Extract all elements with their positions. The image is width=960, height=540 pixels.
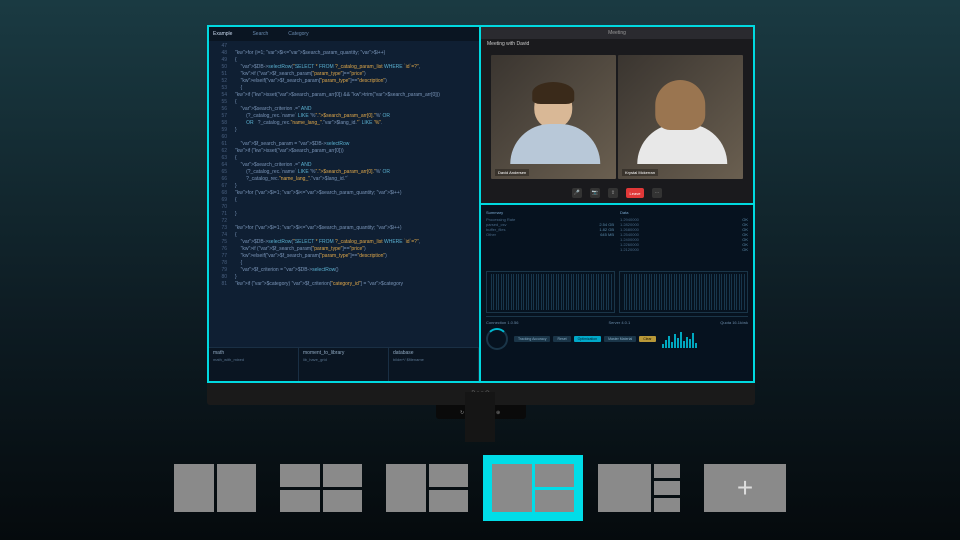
video-meeting-pane: Meeting Meeting with David David Anderse… [481, 27, 753, 205]
bar-chart [662, 330, 697, 348]
quota-label: Quota 16.1k/wk [720, 320, 748, 325]
video-grid: David Andersen Krystal Mckerran [481, 39, 753, 183]
meeting-controls: 🎤 📷 ⇪ Leave ⋯ [481, 183, 753, 203]
panel-database[interactable]: database bilder*/ $filename [389, 348, 479, 381]
port-icon: ⊕ [496, 410, 502, 415]
editor-tab-bar: Example Search Category [209, 27, 479, 41]
screen: Example Search Category 4748"kw">for (i=… [207, 25, 755, 383]
editor-tab[interactable]: Search [252, 31, 268, 37]
connection-label: Connection 1.0.56 [486, 320, 518, 325]
waveform[interactable] [486, 271, 615, 313]
layout-option-split-2[interactable] [174, 464, 256, 512]
dash-button[interactable]: Master Material [604, 336, 636, 342]
dash-button[interactable]: Tracking Accuracy [514, 336, 550, 342]
meeting-window-title: Meeting [481, 27, 753, 39]
dashboard-pane: Summary Processing Rateparsed_csv2.54 GB… [481, 205, 753, 381]
server-label: Server 4.0.1 [608, 320, 630, 325]
layout-option-left-big-right-2[interactable] [492, 464, 574, 512]
layout-option-add[interactable]: + [704, 464, 786, 512]
layout-picker: + [0, 464, 960, 512]
mic-icon[interactable]: 🎤 [572, 188, 582, 198]
editor-tab[interactable]: Category [288, 31, 308, 37]
share-icon[interactable]: ⇪ [608, 188, 618, 198]
more-icon[interactable]: ⋯ [652, 188, 662, 198]
waveform-row [486, 271, 748, 313]
dash-button[interactable]: Optimization [574, 336, 601, 342]
dash-button[interactable]: Reset [553, 336, 570, 342]
monitor-frame: Example Search Category 4748"kw">for (i=… [207, 25, 755, 405]
dash-summary: Summary Processing Rateparsed_csv2.54 GB… [486, 210, 614, 268]
participant-tile[interactable]: David Andersen [491, 55, 616, 179]
camera-icon[interactable]: 📷 [590, 188, 600, 198]
participant-name: Krystal Mckerran [622, 169, 658, 176]
editor-tab[interactable]: Example [213, 31, 232, 37]
layout-option-left-stack[interactable] [386, 464, 468, 512]
monitor-stand [465, 392, 495, 442]
code-area[interactable]: 4748"kw">for (i=1; "var">$i<="var">$sear… [209, 41, 479, 347]
meeting-tab-label[interactable]: Meeting with David [481, 39, 535, 49]
editor-bottom-panels: math math_with_mixed moment_to_library l… [209, 347, 479, 381]
participant-name: David Andersen [495, 169, 529, 176]
waveform[interactable] [619, 271, 748, 313]
participant-tile[interactable]: Krystal Mckerran [618, 55, 743, 179]
dash-data: Data 1.2940000OK1.2820000OK1.2680000OK1.… [620, 210, 748, 268]
right-stack: Meeting Meeting with David David Anderse… [481, 27, 753, 381]
plus-icon: + [737, 472, 753, 504]
gauge-icon [486, 328, 508, 350]
layout-option-grid-4[interactable] [280, 464, 362, 512]
panel-math[interactable]: math math_with_mixed [209, 348, 299, 381]
dash-button[interactable]: Clear [639, 336, 655, 342]
code-editor-pane: Example Search Category 4748"kw">for (i=… [209, 27, 481, 381]
leave-button[interactable]: Leave [626, 188, 644, 198]
layout-option-left-big-right-3[interactable] [598, 464, 680, 512]
panel-moment[interactable]: moment_to_library lib_have_grid [299, 348, 389, 381]
